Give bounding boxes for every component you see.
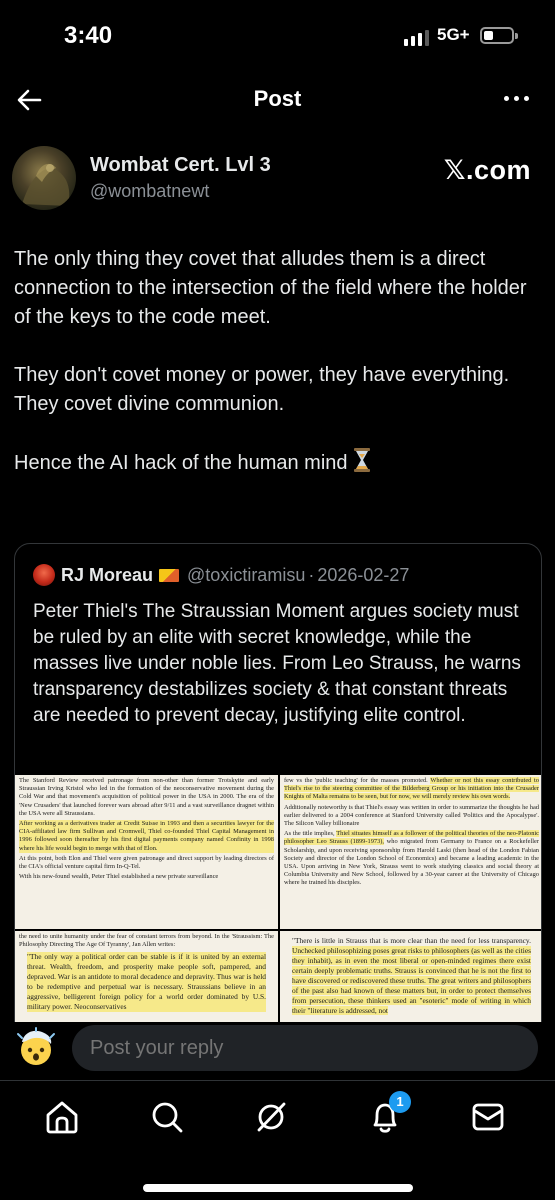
page-title: Post	[253, 86, 302, 111]
reply-bar	[0, 1022, 555, 1076]
reply-emoji-avatar-icon[interactable]	[14, 1026, 58, 1070]
nav-home[interactable]	[42, 1097, 82, 1137]
x-com-brand: 𝕏.com	[443, 155, 531, 185]
nav-search[interactable]	[147, 1097, 187, 1137]
quote-author-avatar	[33, 564, 55, 586]
doc-highlight: Unchecked philosophizing poses great ris…	[292, 946, 531, 1015]
nav-grok[interactable]	[251, 1097, 291, 1137]
tweet-paragraph: Hence the AI hack of the human mind	[14, 448, 542, 481]
doc-text: few vs the 'public teaching' for the mas…	[284, 777, 428, 784]
doc-paragraph: Additionally noteworthy is that Thiel's …	[284, 803, 539, 828]
battery-icon	[480, 27, 518, 44]
envelope-icon	[472, 1103, 504, 1131]
search-icon	[152, 1102, 183, 1133]
document-image-1[interactable]: The Stanford Review received patronage f…	[15, 775, 278, 929]
network-type: 5G+	[437, 25, 470, 44]
quote-separator: ·	[308, 564, 315, 585]
document-image-2[interactable]: few vs the 'public teaching' for the mas…	[280, 775, 541, 929]
doc-paragraph: "There is little in Strauss that is more…	[292, 936, 531, 1016]
bhutan-flag-icon	[159, 568, 180, 582]
more-options-icon[interactable]	[504, 96, 529, 101]
doc-paragraph: few vs the 'public teaching' for the mas…	[284, 777, 540, 802]
quote-header: RJ Moreau @toxictiramisu · 2026-02-27	[33, 564, 409, 586]
nav-notifications[interactable]: 1	[365, 1091, 411, 1137]
doc-text: "There is little in Strauss that is more…	[292, 936, 531, 945]
tweet-paragraph-text: Hence the AI hack of the human mind	[14, 452, 348, 474]
quote-date: 2026-02-27	[317, 564, 410, 585]
grok-icon	[257, 1102, 286, 1132]
doc-paragraph: The Stanford Review received patronage f…	[19, 777, 274, 817]
doc-text: who migrated from Germany to France on a…	[284, 838, 539, 887]
home-icon	[46, 1101, 78, 1134]
avatar-image	[22, 163, 70, 206]
status-time: 3:40	[64, 22, 113, 49]
bottom-nav: 1	[0, 1080, 555, 1200]
status-bar: 3:40 5G+	[0, 0, 555, 72]
quote-text: Peter Thiel's The Straussian Moment argu…	[33, 601, 521, 726]
nav-messages[interactable]	[468, 1097, 508, 1137]
reply-input[interactable]	[72, 1025, 538, 1071]
doc-text: As the title implies,	[284, 830, 335, 838]
author-name[interactable]: Wombat Cert. Lvl 3	[90, 154, 271, 177]
doc-paragraph: the need to unite humanity under the fea…	[19, 933, 274, 949]
author-handle[interactable]: @wombatnewt	[90, 181, 209, 202]
hourglass-icon	[353, 448, 371, 481]
tweet-paragraph: They don't covet money or power, they ha…	[14, 364, 510, 415]
quote-author-name: RJ Moreau	[61, 564, 154, 585]
post-header: Post	[0, 72, 555, 128]
doc-highlight: After working as a derivatives trader at…	[19, 820, 274, 853]
doc-paragraph: With his new-found wealth, Peter Thiel e…	[19, 873, 219, 881]
notification-badge: 1	[389, 1091, 411, 1113]
quoted-post[interactable]: RJ Moreau @toxictiramisu · 2026-02-27 Pe…	[14, 543, 542, 1043]
author-avatar[interactable]	[12, 146, 76, 210]
quote-author-handle: @toxictiramisu	[187, 564, 306, 585]
cellular-signal-icon	[404, 30, 429, 46]
doc-highlight: "The only way a political order can be s…	[27, 952, 266, 1013]
home-indicator[interactable]	[143, 1184, 413, 1192]
tweet-text: The only thing they covet that alludes t…	[14, 245, 542, 510]
doc-paragraph: As the title implies, Thiel situates him…	[284, 830, 539, 887]
doc-paragraph: At this point, both Elon and Thiel were …	[19, 854, 274, 871]
tweet-paragraph: The only thing they covet that alludes t…	[14, 248, 527, 328]
